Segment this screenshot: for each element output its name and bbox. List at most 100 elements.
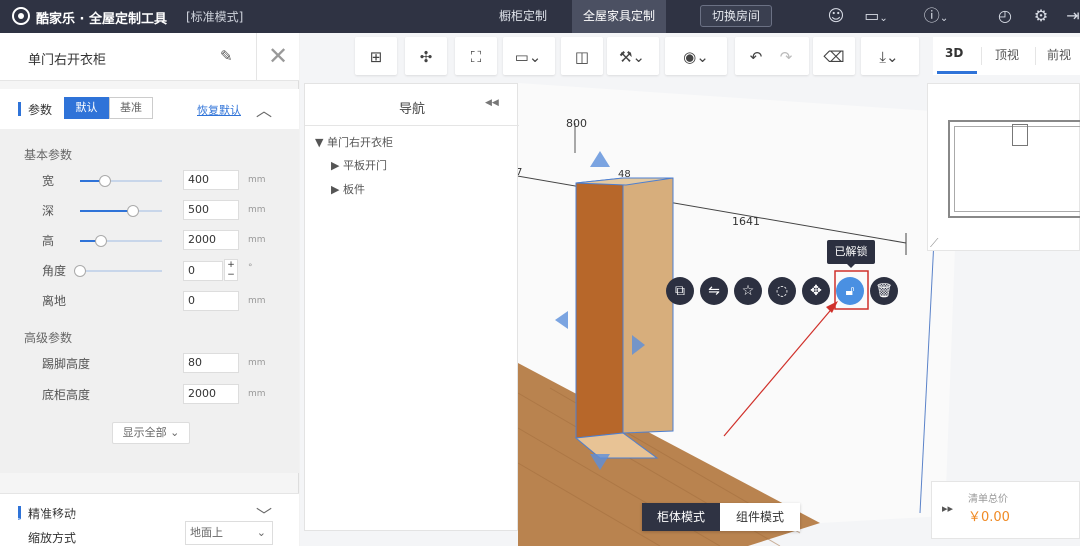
collapse-icon[interactable]: ◀◀ — [485, 98, 499, 108]
mode-switch: 柜体模式 组件模式 — [642, 503, 800, 531]
price-label: 清单总价 — [968, 494, 1008, 505]
app-title: 酷家乐 · 全屋定制工具 — [36, 12, 167, 27]
height-input[interactable]: 2000 — [183, 230, 239, 250]
baseline-button[interactable]: 基准 — [109, 97, 153, 119]
copy-icon[interactable]: ⧉ — [666, 277, 694, 305]
tab-top-view[interactable]: 顶视 — [995, 46, 1019, 63]
undo-icon[interactable]: ↶ — [745, 46, 767, 68]
show-all-label: 显示全部 — [122, 426, 167, 439]
settings-icon[interactable]: ⚙ — [1030, 5, 1052, 27]
edit-icon[interactable]: ✎ — [220, 47, 238, 65]
depth-label: 深 — [42, 204, 55, 218]
expand-icon[interactable]: ▸▸ — [942, 502, 953, 515]
wrench-icon[interactable]: ⚒⌄ — [615, 46, 649, 68]
download-icon[interactable]: ⤓⌄ — [871, 46, 907, 68]
width-input[interactable]: 400 — [183, 170, 239, 190]
chevron-up-icon[interactable]: ︿ — [256, 97, 272, 121]
mode-badge: [标准模式] — [186, 10, 244, 24]
divider — [305, 125, 519, 126]
tree-root[interactable]: ▼ 单门右开衣柜 — [315, 134, 393, 150]
tab-3d[interactable]: 3D — [945, 46, 963, 60]
watermark-text: 大数跨境 — [31, 514, 108, 536]
chevron-down-icon: ⌄ — [256, 526, 266, 539]
caret-right-icon: ▶ — [331, 183, 340, 196]
delete-icon[interactable]: 🗑︎ — [870, 277, 898, 305]
tree-item-door[interactable]: ▶ 平板开门 — [331, 157, 387, 173]
door-icon[interactable]: ◫ — [571, 46, 593, 68]
flip-icon[interactable]: ⇋ — [700, 277, 728, 305]
width-slider-knob[interactable] — [98, 175, 111, 187]
depth-unit: mm — [248, 205, 266, 215]
kick-height-label: 踢脚高度 — [42, 357, 91, 371]
layout-icon[interactable]: ⊞ — [365, 46, 387, 68]
unlock-icon[interactable]: 🔓︎ — [836, 277, 864, 305]
logo-icon — [12, 7, 30, 25]
tab-cabinet-custom[interactable]: 橱柜定制 — [486, 0, 560, 33]
exit-icon[interactable]: ⇥ — [1062, 5, 1080, 27]
ground-offset-unit: mm — [248, 296, 266, 306]
base-height-input[interactable]: 2000 — [183, 384, 239, 404]
viewport-3d[interactable]: 800 1641 48 7 ⊞ ✣ ⛶ ▭⌄ ◫ ⚒⌄ ◉⌄ ↶ ↷ ⌫ ⤓⌄ … — [300, 33, 1080, 546]
depth-input[interactable]: 500 — [183, 200, 239, 220]
dim-width-text: 1641 — [732, 215, 760, 228]
unlocked-tooltip: 已解锁 — [827, 240, 875, 268]
tree-root-label: 单门右开衣柜 — [326, 136, 393, 149]
scan-icon[interactable]: ⛶ — [465, 46, 487, 68]
ground-offset-input[interactable]: 0 — [183, 291, 239, 311]
width-unit: mm — [248, 175, 266, 185]
hide-icon[interactable]: ◌ — [768, 277, 796, 305]
eye-icon[interactable]: ◉⌄ — [677, 46, 715, 68]
depth-slider-knob[interactable] — [127, 205, 140, 217]
tab-whole-house-furniture[interactable]: 全屋家具定制 — [572, 0, 666, 33]
component-mode-button[interactable]: 组件模式 — [720, 503, 800, 531]
kick-height-input[interactable]: 80 — [183, 353, 239, 373]
angle-stepper[interactable]: + − — [224, 259, 238, 281]
star-icon[interactable]: ☆ — [734, 277, 762, 305]
angle-slider-knob[interactable] — [74, 265, 86, 277]
message-icon[interactable]: ▭⌄ — [860, 5, 892, 27]
headset-icon[interactable]: ☺ — [825, 5, 847, 27]
cabinet-icon[interactable]: ▭⌄ — [511, 46, 545, 68]
angle-slider[interactable] — [74, 265, 162, 277]
height-slider[interactable] — [80, 235, 162, 247]
price-summary: ▸▸ 清单总价 ￥0.00 — [931, 481, 1080, 539]
help-icon[interactable]: ⓘ⌄ — [918, 5, 954, 27]
advanced-params-label: 高级参数 — [24, 331, 73, 345]
minimap[interactable]: ⟋ — [927, 83, 1080, 251]
width-slider[interactable] — [80, 175, 162, 187]
redo-icon[interactable]: ↷ — [775, 46, 797, 68]
angle-input[interactable]: 0 — [183, 261, 223, 281]
minimap-cabinet — [1012, 124, 1028, 146]
watermark-icon: ⓦ — [10, 517, 26, 535]
fan-icon[interactable]: ✣ — [415, 46, 437, 68]
restore-default-link[interactable]: 恢复默认 — [197, 102, 241, 118]
navigator-panel: 导航 ◀◀ ▼ 单门右开衣柜 ▶ 平板开门 ▶ 板件 — [304, 83, 519, 531]
history-icon[interactable]: ◴ — [994, 5, 1016, 27]
depth-slider[interactable] — [80, 205, 162, 217]
section-marker — [18, 102, 21, 116]
main-toolbar: ⊞ ✣ ⛶ ▭⌄ ◫ ⚒⌄ ◉⌄ ↶ ↷ ⌫ ⤓⌄ — [355, 37, 925, 75]
default-button[interactable]: 默认 — [64, 97, 109, 119]
cabinet-mode-button[interactable]: 柜体模式 — [642, 503, 720, 531]
tree-item-panels[interactable]: ▶ 板件 — [331, 181, 365, 197]
switch-room-button[interactable]: 切换房间 — [700, 5, 772, 27]
active-tab-indicator — [937, 71, 977, 74]
height-unit: mm — [248, 235, 266, 245]
tab-front-view[interactable]: 前视 — [1047, 46, 1071, 63]
height-label: 高 — [42, 234, 55, 248]
height-slider-knob[interactable] — [94, 235, 107, 247]
dim-height-text: 800 — [566, 117, 587, 130]
show-all-button[interactable]: 显示全部 ⌄ — [112, 422, 190, 444]
zoom-select[interactable]: 地面上 ⌄ — [185, 521, 273, 545]
top-bar: 酷家乐 · 全屋定制工具 [标准模式] 橱柜定制 全屋家具定制 切换房间 ☺ ▭… — [0, 0, 1080, 33]
move-icon[interactable]: ✥ — [802, 277, 830, 305]
zoom-value: 地面上 — [190, 526, 223, 539]
panel-title: 单门右开衣柜 — [28, 53, 107, 68]
params-header: 参数 默认 基准 恢复默认 ︿ — [0, 89, 299, 129]
resize-handle-icon[interactable]: ⟋ — [930, 236, 938, 251]
close-icon[interactable]: ✕ — [256, 33, 299, 81]
chevron-down-icon: ⌄ — [170, 426, 180, 439]
kick-height-unit: mm — [248, 358, 266, 368]
eraser-icon[interactable]: ⌫ — [823, 46, 845, 68]
angle-label: 角度 — [42, 264, 67, 278]
